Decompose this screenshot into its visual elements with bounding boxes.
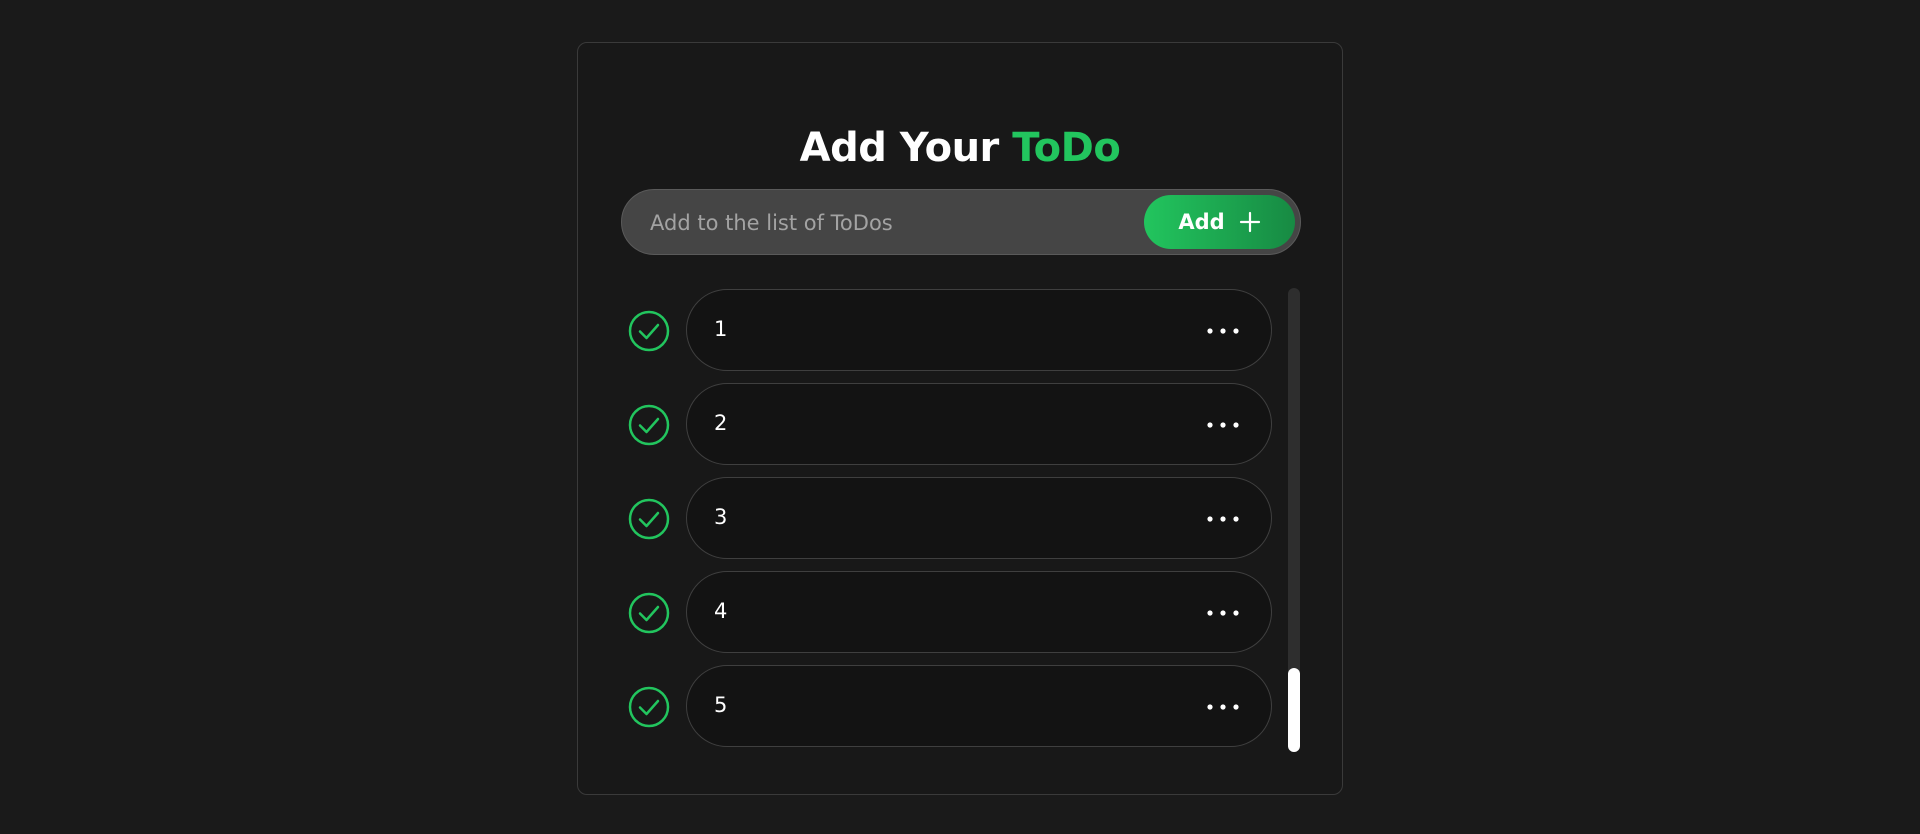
title-accent-text: ToDo [1012,125,1121,171]
todo-item-box: 1 [686,289,1272,371]
more-options-icon[interactable] [1205,320,1241,342]
check-circle-icon[interactable] [628,592,670,634]
todo-item-text: 3 [714,505,728,529]
check-circle-icon[interactable] [628,498,670,540]
page-title: Add Your ToDo [578,125,1342,171]
todo-input[interactable] [648,190,1132,256]
todo-item: 2 [628,383,1272,467]
todo-card: Add Your ToDo Add 1 [577,42,1343,795]
todo-item-box: 4 [686,571,1272,653]
more-options-icon[interactable] [1205,508,1241,530]
more-options-icon[interactable] [1205,602,1241,624]
more-options-icon[interactable] [1205,696,1241,718]
todo-item-text: 2 [714,411,728,435]
todo-item-text: 5 [714,693,728,717]
check-circle-icon[interactable] [628,404,670,446]
todo-item-box: 2 [686,383,1272,465]
add-button[interactable]: Add [1144,195,1295,249]
title-main-text: Add Your [799,125,1013,171]
todo-item: 1 [628,289,1272,373]
plus-icon [1239,211,1260,233]
list-scrollbar[interactable] [1288,288,1300,752]
more-options-icon[interactable] [1205,414,1241,436]
check-circle-icon[interactable] [628,310,670,352]
add-button-label: Add [1178,210,1225,234]
add-todo-bar: Add [621,189,1301,256]
todo-item-text: 1 [714,317,728,341]
todo-item: 5 [628,665,1272,749]
scrollbar-thumb[interactable] [1288,668,1300,752]
todo-item: 3 [628,477,1272,561]
todo-item-box: 3 [686,477,1272,559]
todo-item: 4 [628,571,1272,655]
todo-item-box: 5 [686,665,1272,747]
check-circle-icon[interactable] [628,686,670,728]
todo-item-text: 4 [714,599,728,623]
